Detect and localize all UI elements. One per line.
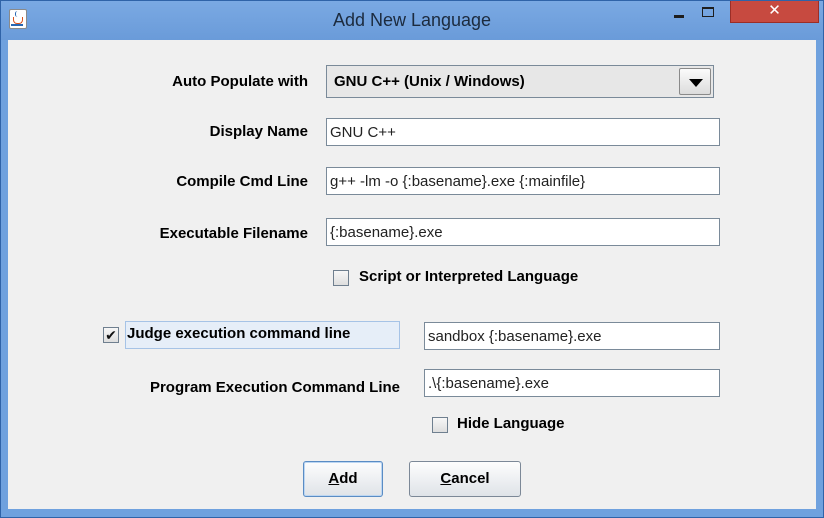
display-name-input[interactable]	[326, 118, 720, 146]
minimize-button[interactable]	[665, 1, 693, 23]
program-exec-label: Program Execution Command Line	[149, 379, 400, 396]
judge-exec-input[interactable]	[424, 322, 720, 350]
auto-populate-selected: GNU C++ (Unix / Windows)	[334, 73, 525, 90]
executable-filename-label: Executable Filename	[159, 225, 308, 242]
close-button[interactable]: ✕	[730, 1, 819, 23]
display-name-label: Display Name	[209, 123, 308, 140]
compile-cmd-input[interactable]	[326, 167, 720, 195]
cancel-button[interactable]: Cancel	[409, 461, 521, 497]
judge-exec-label: Judge execution command line	[127, 325, 351, 342]
hide-language-label: Hide Language	[457, 415, 565, 432]
auto-populate-label: Auto Populate with	[172, 73, 308, 90]
close-icon: ✕	[768, 2, 781, 19]
judge-exec-checkbox-row[interactable]: ✔ Judge execution command line	[103, 325, 398, 347]
hide-language-checkbox-row[interactable]: Hide Language	[432, 415, 592, 437]
title-bar[interactable]: Add New Language ✕	[1, 1, 823, 40]
chevron-down-icon	[689, 79, 703, 87]
minimize-icon	[674, 15, 684, 18]
maximize-button[interactable]	[694, 1, 722, 23]
add-button[interactable]: Add	[303, 461, 383, 497]
executable-filename-input[interactable]	[326, 218, 720, 246]
compile-cmd-label: Compile Cmd Line	[176, 173, 308, 190]
script-language-checkbox[interactable]	[333, 270, 349, 286]
dialog-content: Auto Populate with GNU C++ (Unix / Windo…	[8, 40, 816, 509]
program-exec-input[interactable]	[424, 369, 720, 397]
add-language-dialog: Add New Language ✕ Auto Populate with GN…	[0, 0, 824, 518]
dropdown-button[interactable]	[679, 68, 711, 95]
script-language-label: Script or Interpreted Language	[359, 268, 579, 285]
judge-exec-checkbox[interactable]: ✔	[103, 327, 119, 343]
auto-populate-select[interactable]: GNU C++ (Unix / Windows)	[326, 65, 714, 98]
hide-language-checkbox[interactable]	[432, 417, 448, 433]
maximize-icon	[702, 7, 714, 17]
script-language-checkbox-row[interactable]: Script or Interpreted Language	[333, 268, 623, 290]
